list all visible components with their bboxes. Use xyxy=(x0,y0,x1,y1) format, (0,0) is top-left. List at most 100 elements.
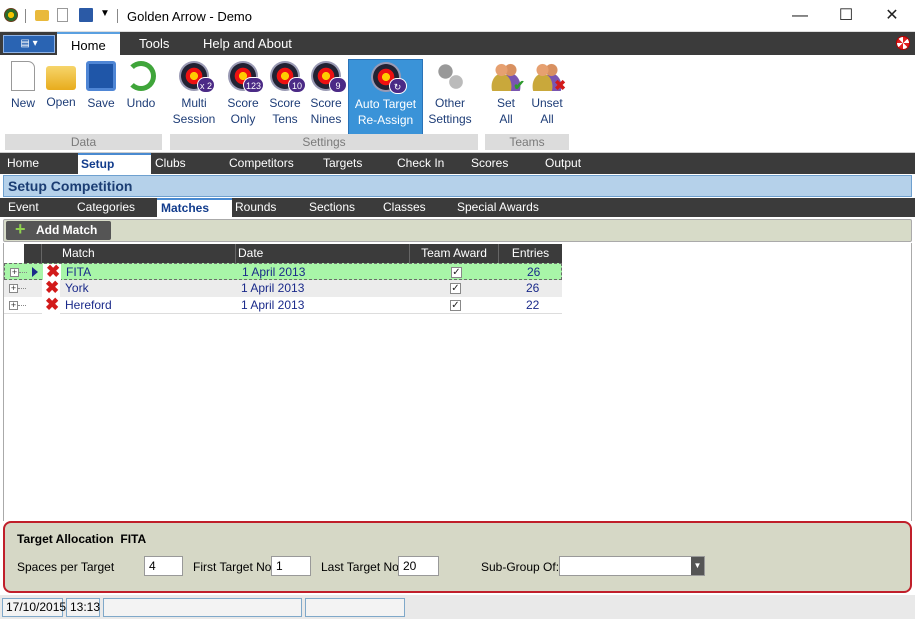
last-target-label: Last Target No xyxy=(321,560,399,574)
maximize-icon[interactable]: ☐ xyxy=(823,0,869,32)
nav-sections[interactable]: Sections xyxy=(309,198,355,217)
match-name: York xyxy=(65,281,89,295)
status-time: 13:13 xyxy=(66,598,100,617)
match-entries: 22 xyxy=(526,298,540,312)
new-document-icon[interactable] xyxy=(57,8,68,22)
new-button[interactable]: New xyxy=(5,59,41,135)
unset-all-button[interactable]: ✖ Unset All xyxy=(527,59,567,135)
nav-rounds[interactable]: Rounds xyxy=(235,198,276,217)
tree-line xyxy=(19,272,27,273)
nav-competitors[interactable]: Competitors xyxy=(229,153,294,174)
auto-target-label-1: Auto Target xyxy=(354,97,417,111)
nav-check-in[interactable]: Check In xyxy=(397,153,444,174)
match-date: 1 April 2013 xyxy=(242,265,306,279)
table-row[interactable]: + ✖ FITA 1 April 2013 ✓ 26 xyxy=(4,262,562,281)
set-all-label-1: Set xyxy=(496,96,515,110)
last-target-input[interactable] xyxy=(398,556,439,576)
team-award-checkbox[interactable]: ✓ xyxy=(450,300,461,311)
group-label-teams: Teams xyxy=(485,134,569,150)
match-name: FITA xyxy=(66,265,92,279)
nav-event[interactable]: Event xyxy=(8,198,39,217)
team-award-checkbox[interactable]: ✓ xyxy=(450,283,461,294)
set-all-button[interactable]: ✔ Set All xyxy=(487,59,525,135)
chevron-down-icon[interactable]: ▼ xyxy=(691,557,704,575)
tree-line xyxy=(18,305,26,306)
tab-tools[interactable]: Tools xyxy=(125,32,183,55)
open-label: Open xyxy=(46,95,76,109)
spaces-per-target-label: Spaces per Target xyxy=(17,560,115,574)
open-folder-icon[interactable] xyxy=(35,10,49,21)
save-label: Save xyxy=(87,96,115,110)
other-settings-button[interactable]: Other Settings xyxy=(425,59,475,135)
nav-clubs[interactable]: Clubs xyxy=(155,153,186,174)
unset-all-label-1: Unset xyxy=(531,96,563,110)
multi-session-button[interactable]: x 2 Multi Session xyxy=(170,59,218,135)
delete-match-button[interactable]: ✖ xyxy=(42,295,60,314)
check-icon: ✔ xyxy=(513,77,525,93)
file-menu-button[interactable]: ▤ ▾ xyxy=(3,35,55,53)
target-icon: 10 xyxy=(270,61,306,93)
close-icon[interactable]: ✕ xyxy=(869,0,915,32)
expand-icon[interactable]: + xyxy=(9,301,18,310)
score-nines-button[interactable]: 9 Score Nines xyxy=(306,59,347,135)
col-match[interactable]: Match xyxy=(42,244,236,263)
tab-help-about[interactable]: Help and About xyxy=(189,32,306,55)
nav-scores[interactable]: Scores xyxy=(471,153,508,174)
add-match-button[interactable]: + Add Match xyxy=(6,219,111,240)
other-settings-label-2: Settings xyxy=(428,112,472,126)
col-entries[interactable]: Entries xyxy=(499,244,562,263)
first-target-input[interactable] xyxy=(271,556,311,576)
setup-nav-bar: Event Categories Matches Rounds Sections… xyxy=(0,198,915,217)
col-team-award[interactable]: Team Award xyxy=(410,244,499,263)
subgroup-select[interactable]: ▼ xyxy=(559,556,705,576)
header-spacer xyxy=(24,244,42,263)
spaces-per-target-input[interactable] xyxy=(144,556,183,576)
match-entries: 26 xyxy=(526,281,540,295)
app-logo-icon xyxy=(4,8,18,22)
quick-access-dropdown-icon[interactable]: ▼ xyxy=(100,8,110,19)
help-lifebuoy-icon[interactable] xyxy=(896,36,910,50)
grid-header: Match Date Team Award Entries xyxy=(24,244,562,263)
col-date[interactable]: Date xyxy=(236,244,410,263)
table-row[interactable]: + ✖ Hereford 1 April 2013 ✓ 22 xyxy=(4,295,562,314)
badge-10: 10 xyxy=(288,77,306,93)
minimize-icon[interactable]: — xyxy=(777,0,823,32)
matches-toolbar: + Add Match xyxy=(3,219,912,242)
status-date: 17/10/2015 xyxy=(2,598,66,617)
save-button[interactable]: Save xyxy=(83,59,119,135)
nav-classes[interactable]: Classes xyxy=(383,198,426,217)
undo-button[interactable]: Undo xyxy=(122,59,160,135)
expand-icon[interactable]: + xyxy=(10,268,19,277)
team-award-checkbox[interactable]: ✓ xyxy=(451,267,462,278)
score-nines-label-1: Score xyxy=(310,96,342,110)
group-label-data: Data xyxy=(5,134,162,150)
nav-targets[interactable]: Targets xyxy=(323,153,362,174)
panel-title: Target Allocation FITA xyxy=(17,532,146,546)
open-button[interactable]: Open xyxy=(43,59,79,135)
nav-categories[interactable]: Categories xyxy=(77,198,135,217)
title-bar: ▼ Golden Arrow - Demo — ☐ ✕ xyxy=(0,0,915,32)
main-nav-bar: Home Setup Clubs Competitors Targets Che… xyxy=(0,153,915,174)
panel-match-name: FITA xyxy=(120,532,147,546)
nav-special-awards[interactable]: Special Awards xyxy=(457,198,539,217)
nav-output[interactable]: Output xyxy=(545,153,581,174)
auto-target-reassign-button[interactable]: ↻ Auto Target Re-Assign xyxy=(348,59,423,135)
expand-icon[interactable]: + xyxy=(9,284,18,293)
save-disk-icon xyxy=(86,61,116,91)
score-tens-button[interactable]: 10 Score Tens xyxy=(265,59,306,135)
plus-icon: + xyxy=(15,219,26,239)
window-title: Golden Arrow - Demo xyxy=(127,9,252,24)
score-nines-label-2: Nines xyxy=(310,112,342,126)
score-only-button[interactable]: 123 Score Only xyxy=(222,59,264,135)
nav-setup[interactable]: Setup xyxy=(78,153,151,174)
section-title: Setup Competition xyxy=(3,175,912,197)
tab-home[interactable]: Home xyxy=(57,32,120,55)
nav-home[interactable]: Home xyxy=(7,153,39,174)
nav-matches[interactable]: Matches xyxy=(157,198,232,217)
current-row-icon xyxy=(32,267,38,277)
save-icon[interactable] xyxy=(79,8,93,22)
table-row[interactable]: + ✖ York 1 April 2013 ✓ 26 xyxy=(4,278,562,297)
status-panel xyxy=(305,598,405,617)
reassign-arrow-icon: ↻ xyxy=(388,78,407,94)
undo-arrow-icon xyxy=(126,61,156,91)
